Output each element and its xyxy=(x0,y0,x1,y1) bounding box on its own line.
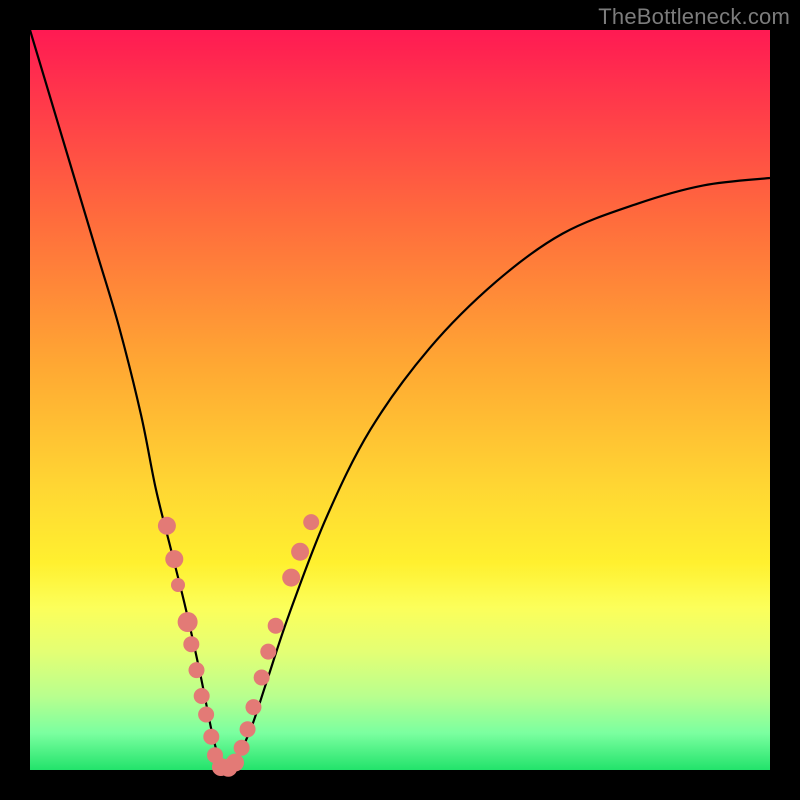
datapoint xyxy=(226,754,244,772)
datapoint xyxy=(260,644,276,660)
datapoint xyxy=(194,688,210,704)
datapoint xyxy=(254,670,270,686)
datapoint xyxy=(198,707,214,723)
datapoint xyxy=(178,612,198,632)
datapoint xyxy=(240,721,256,737)
datapoint xyxy=(158,517,176,535)
chart-plot-area xyxy=(30,30,770,770)
datapoint xyxy=(282,569,300,587)
chart-svg xyxy=(30,30,770,770)
datapoint xyxy=(268,618,284,634)
datapoint xyxy=(189,662,205,678)
watermark-text: TheBottleneck.com xyxy=(598,4,790,30)
datapoint xyxy=(234,740,250,756)
datapoint xyxy=(291,543,309,561)
datapoint xyxy=(245,699,261,715)
datapoint xyxy=(203,729,219,745)
datapoint xyxy=(171,578,185,592)
datapoint xyxy=(303,514,319,530)
datapoint-layer xyxy=(158,514,319,777)
datapoint xyxy=(165,550,183,568)
bottleneck-curve-path xyxy=(30,30,770,771)
datapoint xyxy=(183,636,199,652)
